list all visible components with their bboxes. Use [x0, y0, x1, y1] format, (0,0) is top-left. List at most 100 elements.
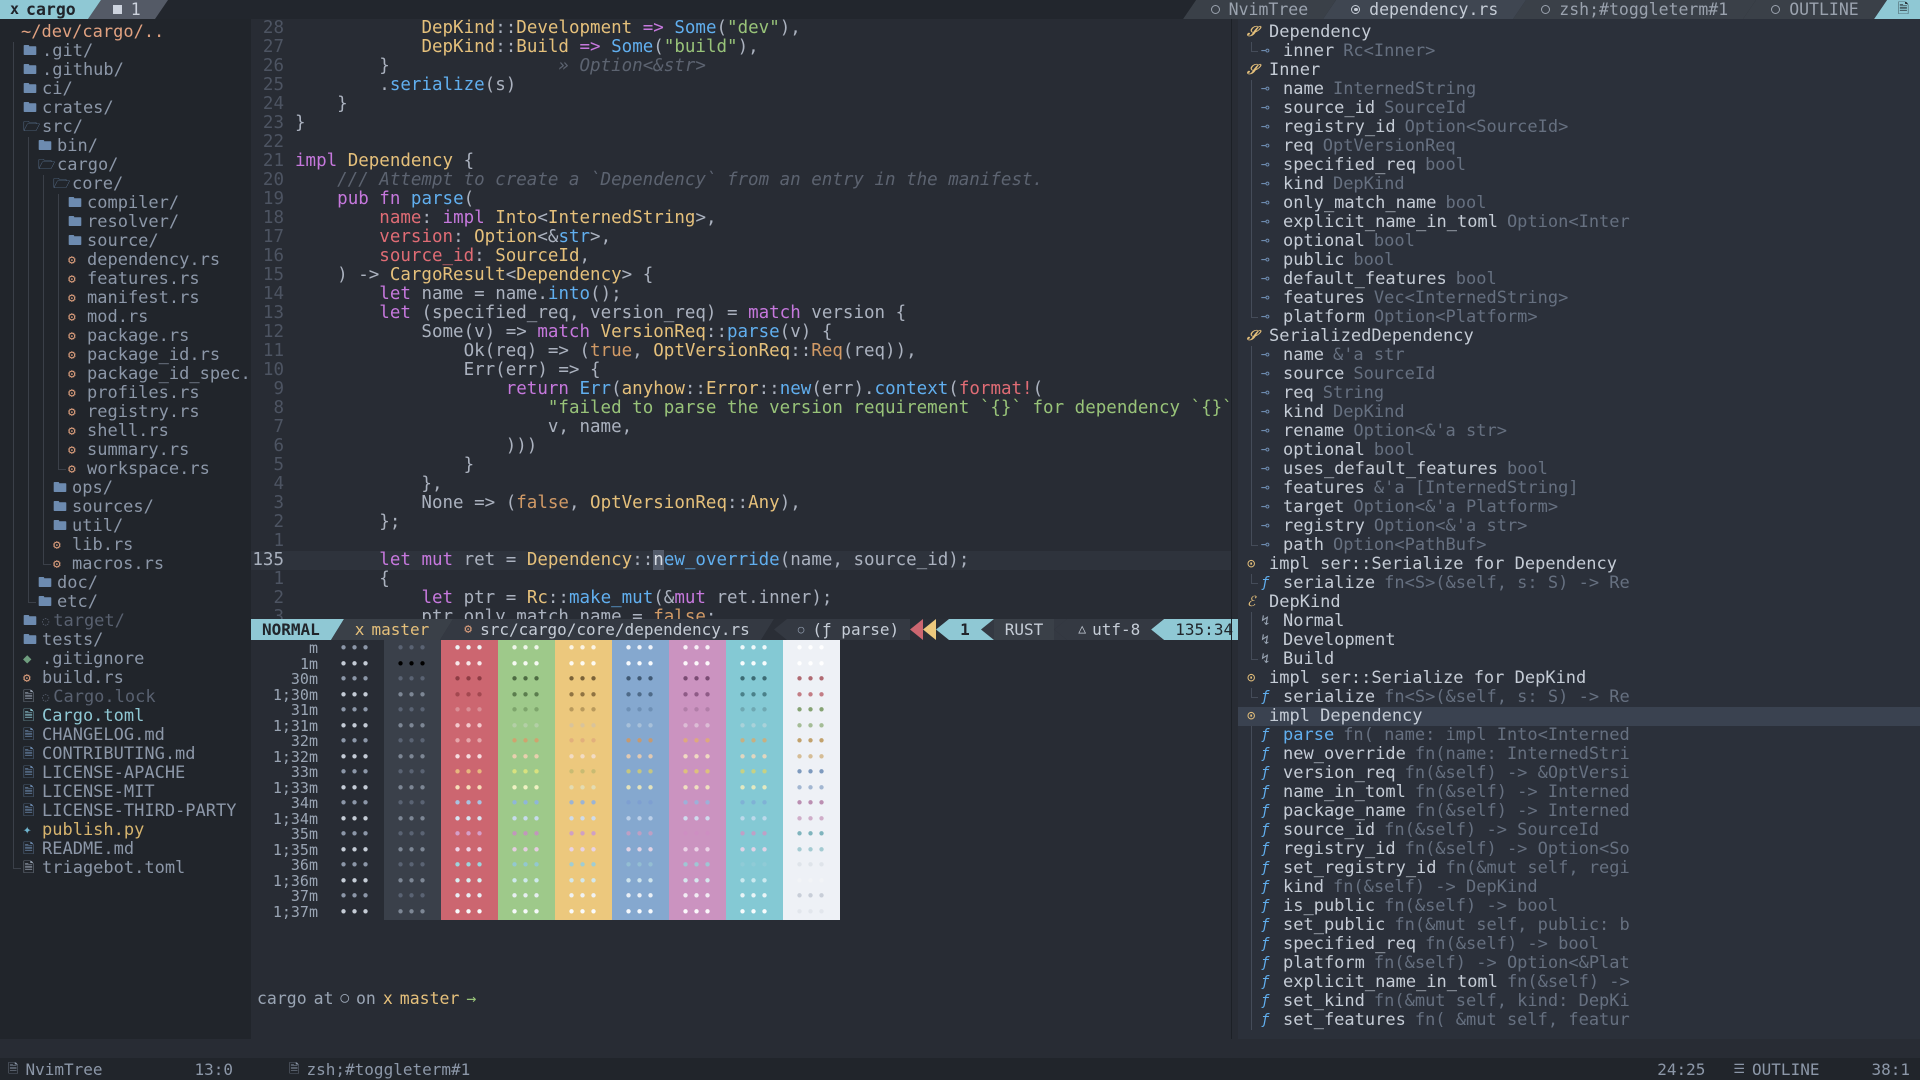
- editor-line[interactable]: 22: [251, 133, 1231, 152]
- outline-item[interactable]: ƒ set_public fn(&mut self, public: b: [1238, 916, 1920, 935]
- editor-line[interactable]: 26 } » Option<&str>: [251, 57, 1231, 76]
- tree-item-file[interactable]: ⚙ package_id_spec.rs: [0, 365, 251, 384]
- tree-item-file[interactable]: ⚙ registry.rs: [0, 403, 251, 422]
- tree-item-file[interactable]: ⚙ profiles.rs: [0, 384, 251, 403]
- outline-item[interactable]: ⊸ features Vec<InternedString>: [1238, 289, 1920, 308]
- outline-item[interactable]: ⊙ impl ser::Serialize for DepKind: [1238, 669, 1920, 688]
- outline-item[interactable]: ⊙ impl Dependency: [1238, 707, 1920, 726]
- tree-item-dir[interactable]: 🗁 src/: [0, 118, 251, 137]
- editor-line[interactable]: 3 None => (false, OptVersionReq::Any),: [251, 494, 1231, 513]
- tree-item-dir[interactable]: 🖿 ci/: [0, 80, 251, 99]
- outline-item[interactable]: ⊙ impl ser::Serialize for Dependency: [1238, 555, 1920, 574]
- outline-item[interactable]: 𝒮 Inner: [1238, 61, 1920, 80]
- buffer-counter[interactable]: 1: [100, 0, 155, 19]
- outline-item[interactable]: 𝒮 SerializedDependency: [1238, 327, 1920, 346]
- editor-line[interactable]: 11 Ok(req) => (true, OptVersionReq::Req(…: [251, 342, 1231, 361]
- outline-item[interactable]: ƒ serialize fn<S>(&self, s: S) -> Re: [1238, 688, 1920, 707]
- editor-line[interactable]: 24 }: [251, 95, 1231, 114]
- editor-line[interactable]: 12 Some(v) => match VersionReq::parse(v)…: [251, 323, 1231, 342]
- tree-item-file[interactable]: ✦ publish.py: [0, 821, 251, 840]
- buffer-tab-dependency-rs[interactable]: dependency.rs: [1336, 0, 1514, 19]
- outline-item[interactable]: ⊸ features &'a [InternedString]: [1238, 479, 1920, 498]
- outline-item[interactable]: ⊸ registry_id Option<SourceId>: [1238, 118, 1920, 137]
- editor-line[interactable]: 10 Err(err) => {: [251, 361, 1231, 380]
- outline-item[interactable]: ⊸ default_features bool: [1238, 270, 1920, 289]
- editor-line[interactable]: 13 let (specified_req, version_req) = ma…: [251, 304, 1231, 323]
- outline-item[interactable]: ⊸ req String: [1238, 384, 1920, 403]
- editor-line[interactable]: 21 impl Dependency {: [251, 152, 1231, 171]
- outline-item[interactable]: ⊸ optional bool: [1238, 441, 1920, 460]
- tree-item-dir[interactable]: 🖿 bin/: [0, 137, 251, 156]
- editor-line[interactable]: 4 },: [251, 475, 1231, 494]
- tree-item-file[interactable]: ⚙ mod.rs: [0, 308, 251, 327]
- outline-item[interactable]: ƒ platform fn(&self) -> Option<&Plat: [1238, 954, 1920, 973]
- outline-item[interactable]: ƒ package_name fn(&self) -> Interned: [1238, 802, 1920, 821]
- tree-item-file[interactable]: 🗎 LICENSE-APACHE: [0, 764, 251, 783]
- outline-item[interactable]: ƒ name_in_toml fn(&self) -> Interned: [1238, 783, 1920, 802]
- editor-line[interactable]: 18 name: impl Into<InternedString>,: [251, 209, 1231, 228]
- tree-item-dir[interactable]: 🖿 crates/: [0, 99, 251, 118]
- outline-item[interactable]: ƒ parse fn( name: impl Into<Interned: [1238, 726, 1920, 745]
- tree-item-dir[interactable]: 🖿 source/: [0, 232, 251, 251]
- outline-item[interactable]: ⊸ kind DepKind: [1238, 403, 1920, 422]
- outline-item[interactable]: ↯ Development: [1238, 631, 1920, 650]
- terminal-panel[interactable]: m 1m 30m 1;30m 31m 1;31m 32m 1;32m 33m 1;33m 34m 1;…: [251, 640, 1231, 1039]
- tree-item-file[interactable]: ⚙ build.rs: [0, 669, 251, 688]
- outline-item[interactable]: ⊸ req OptVersionReq: [1238, 137, 1920, 156]
- tree-item-dir[interactable]: 🖿 doc/: [0, 574, 251, 593]
- tree-item-file[interactable]: ⚙ features.rs: [0, 270, 251, 289]
- outline-item[interactable]: ƒ is_public fn(&self) -> bool: [1238, 897, 1920, 916]
- editor-cursor-line[interactable]: 135 let mut ret = Dependency::new_overri…: [251, 550, 1231, 570]
- outline-panel[interactable]: 𝒮 Dependency ⊸ inner Rc<Inner> 𝒮 Inner ⊸ name Int…: [1238, 19, 1920, 1039]
- outline-item[interactable]: ƒ set_registry_id fn(&mut self, regi: [1238, 859, 1920, 878]
- editor-line[interactable]: 17 version: Option<&str>,: [251, 228, 1231, 247]
- editor-line[interactable]: 28 DepKind::Development => Some("dev"),: [251, 19, 1231, 38]
- status-filepath[interactable]: ⚙ src/cargo/core/dependency.rs: [453, 619, 761, 640]
- tree-item-file[interactable]: 🗎 LICENSE-MIT: [0, 783, 251, 802]
- outline-item[interactable]: ⊸ specified_req bool: [1238, 156, 1920, 175]
- outline-item[interactable]: ⊸ optional bool: [1238, 232, 1920, 251]
- tree-item-file[interactable]: ⚙ manifest.rs: [0, 289, 251, 308]
- editor-line[interactable]: 8 "failed to parse the version requireme…: [251, 399, 1231, 418]
- buffer-tab-outline[interactable]: OUTLINE: [1756, 0, 1874, 19]
- editor-line[interactable]: 6 ))): [251, 437, 1231, 456]
- tree-item-dir[interactable]: 🖿 .git/: [0, 42, 251, 61]
- outline-item[interactable]: ⊸ public bool: [1238, 251, 1920, 270]
- tree-item-dir[interactable]: 🖿 tests/: [0, 631, 251, 650]
- outline-item[interactable]: ƒ registry_id fn(&self) -> Option<So: [1238, 840, 1920, 859]
- tree-item-file[interactable]: 🗎 triagebot.toml: [0, 859, 251, 878]
- editor-line[interactable]: 20 /// Attempt to create a `Dependency` …: [251, 171, 1231, 190]
- outline-item[interactable]: ⊸ source SourceId: [1238, 365, 1920, 384]
- tree-item-dir[interactable]: 🗁 core/: [0, 175, 251, 194]
- editor-line[interactable]: 14 let name = name.into();: [251, 285, 1231, 304]
- outline-item[interactable]: ƒ set_features fn( &mut self, featur: [1238, 1011, 1920, 1030]
- tree-item-file[interactable]: ⚙ summary.rs: [0, 441, 251, 460]
- editor-line[interactable]: 5 }: [251, 456, 1231, 475]
- tree-item-file[interactable]: 🗎 README.md: [0, 840, 251, 859]
- tree-item-dir[interactable]: 🖿 sources/: [0, 498, 251, 517]
- project-tab[interactable]: x cargo: [0, 0, 88, 19]
- outline-item[interactable]: ℰ DepKind: [1238, 593, 1920, 612]
- tree-item-file[interactable]: ⚙ macros.rs: [0, 555, 251, 574]
- tree-item-file[interactable]: ⚙ shell.rs: [0, 422, 251, 441]
- file-explorer[interactable]: ~/dev/cargo/.. 🖿 .git/ 🖿 .github/ 🖿 ci/ 🖿 crate…: [0, 19, 251, 1039]
- tree-item-dir[interactable]: 🖿 etc/: [0, 593, 251, 612]
- tree-item-file[interactable]: 🗎 ◌ Cargo.lock: [0, 688, 251, 707]
- editor-line[interactable]: 2 };: [251, 513, 1231, 532]
- outline-item[interactable]: ⊸ uses_default_features bool: [1238, 460, 1920, 479]
- editor-line[interactable]: 16 source_id: SourceId,: [251, 247, 1231, 266]
- tree-item-file[interactable]: ⚙ lib.rs: [0, 536, 251, 555]
- editor-line[interactable]: 19 pub fn parse(: [251, 190, 1231, 209]
- editor-line[interactable]: 7 v, name,: [251, 418, 1231, 437]
- outline-item[interactable]: ƒ serialize fn<S>(&self, s: S) -> Re: [1238, 574, 1920, 593]
- tree-item-dir[interactable]: 🖿 ops/: [0, 479, 251, 498]
- outline-item[interactable]: ↯ Normal: [1238, 612, 1920, 631]
- outline-item[interactable]: ƒ version_req fn(&self) -> &OptVersi: [1238, 764, 1920, 783]
- outline-item[interactable]: ⊸ path Option<PathBuf>: [1238, 536, 1920, 555]
- tree-item-dir[interactable]: 🖿 .github/: [0, 61, 251, 80]
- editor-line[interactable]: 3 ptr.only_match_name = false;: [251, 608, 1231, 620]
- outline-item[interactable]: ⊸ name &'a str: [1238, 346, 1920, 365]
- tree-item-dir[interactable]: 🖿 resolver/: [0, 213, 251, 232]
- outline-item[interactable]: ƒ kind fn(&self) -> DepKind: [1238, 878, 1920, 897]
- tree-item-file[interactable]: ◆ .gitignore: [0, 650, 251, 669]
